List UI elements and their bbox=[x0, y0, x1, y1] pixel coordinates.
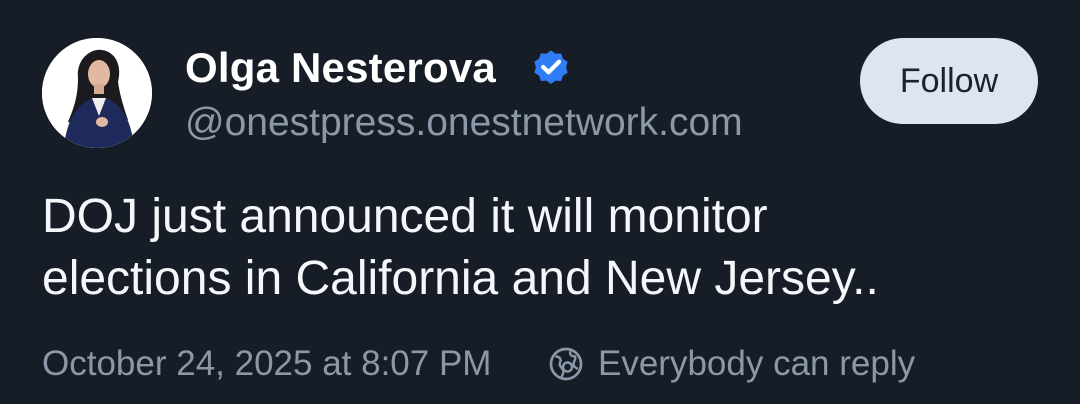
follow-button[interactable]: Follow bbox=[860, 38, 1038, 124]
reply-setting-label: Everybody can reply bbox=[598, 344, 916, 383]
globe-icon bbox=[549, 347, 583, 381]
verified-badge-icon bbox=[534, 50, 568, 84]
author-handle[interactable]: @onestpress.onestnetwork.com bbox=[185, 99, 743, 147]
post-text: DOJ just announced it will monitor elect… bbox=[42, 186, 1042, 310]
post-timestamp[interactable]: October 24, 2025 at 8:07 PM bbox=[42, 342, 491, 386]
post-card: Olga Nesterova @onestpress.onestnetwork.… bbox=[0, 0, 1080, 404]
avatar-photo bbox=[42, 38, 152, 148]
author-display-name[interactable]: Olga Nesterova bbox=[185, 42, 496, 94]
post-text-line: elections in California and New Jersey.. bbox=[42, 252, 879, 305]
post-text-line: DOJ just announced it will monitor bbox=[42, 190, 768, 243]
avatar[interactable] bbox=[42, 38, 152, 148]
